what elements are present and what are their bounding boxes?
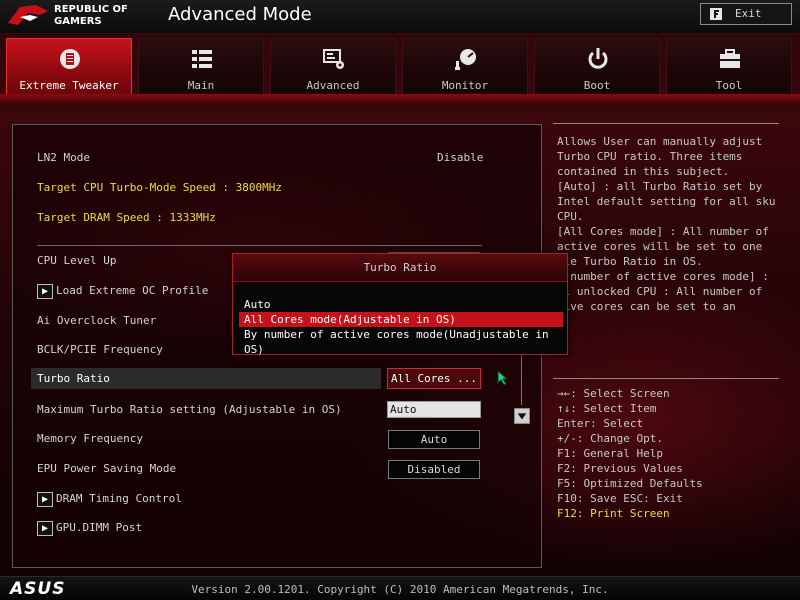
tab-monitor[interactable]: Monitor [402,38,528,94]
page-title: Advanced Mode [168,4,312,25]
key-hint-print-screen: F12: Print Screen [557,507,670,520]
epu-power-saving-value[interactable]: Disabled [388,460,480,479]
key-hint: F10: Save ESC: Exit [557,492,683,505]
exit-door-icon [710,8,722,20]
target-cpu-speed: Target CPU Turbo-Mode Speed : 3800MHz [37,181,283,194]
divider [37,245,482,246]
help-description: Allows User can manually adjust Turbo CP… [557,135,776,313]
tab-advanced[interactable]: Advanced [270,38,396,94]
load-extreme-oc-label: Load Extreme OC Profile [56,284,209,297]
scroll-down-arrow-icon[interactable] [514,408,530,424]
tab-label: Main [187,79,215,92]
popup-title: Turbo Ratio [233,254,567,282]
dram-timing-control-label: DRAM Timing Control [56,492,182,505]
popup-option-all-cores[interactable]: All Cores mode(Adjustable in OS) [239,312,563,327]
memory-frequency-label: Memory Frequency [37,432,143,445]
tab-label: Monitor [441,79,489,92]
key-legend: →←: Select Screen ↑↓: Select Item Enter:… [557,386,783,521]
gpu-dimm-post-label: GPU.DIMM Post [56,521,143,534]
top-bar: REPUBLIC OF GAMERS Advanced Mode Exit [0,0,800,34]
help-divider-mid [553,378,779,379]
version-info: Version 2.00.1201. Copyright (C) 2010 Am… [191,583,609,596]
submenu-arrow-icon: ▶ [37,520,53,536]
tab-label: Extreme Tweaker [19,79,119,92]
key-hint: +/-: Change Opt. [557,432,663,445]
tab-label: Boot [583,79,611,92]
tweaker-icon [60,49,80,69]
advanced-settings-icon [323,49,344,69]
submenu-arrow-icon: ▶ [37,283,53,299]
help-divider-top [553,123,779,124]
tab-main[interactable]: Main [138,38,264,94]
turbo-ratio-popup: Turbo Ratio Auto All Cores mode(Adjustab… [232,253,568,356]
gpu-dimm-post-item[interactable]: ▶ GPU.DIMM Post [37,519,142,537]
popup-option-auto[interactable]: Auto [239,297,563,312]
turbo-ratio-item[interactable]: Turbo Ratio [31,368,381,389]
load-extreme-oc-item[interactable]: ▶ Load Extreme OC Profile [37,282,208,300]
tab-tool[interactable]: Tool [666,38,792,94]
tab-label: Tool [715,79,743,92]
rog-eye-logo-icon [8,5,48,25]
cpu-level-up-item[interactable]: CPU Level Up [37,252,116,270]
key-hint: F2: Previous Values [557,462,683,475]
max-turbo-ratio-input[interactable] [387,401,481,418]
tab-boot[interactable]: Boot [534,38,660,94]
key-hint: Enter: Select [557,417,644,430]
popup-option-by-active-cores[interactable]: By number of active cores mode(Unadjusta… [239,327,563,356]
footer: ASUS Version 2.00.1201. Copyright (C) 20… [0,576,800,600]
key-hint: F5: Optimized Defaults [557,477,703,490]
submenu-arrow-icon: ▶ [37,491,53,507]
exit-label: Exit [735,7,762,20]
key-hint: →←: Select Screen [557,387,670,400]
power-icon [588,48,608,69]
mouse-cursor-icon [497,370,509,386]
toolbox-icon [720,49,740,68]
tab-label: Advanced [306,79,360,92]
memory-frequency-value[interactable]: Auto [388,430,480,449]
bclk-pcie-frequency-item[interactable]: BCLK/PCIE Frequency [37,341,163,359]
target-dram-speed: Target DRAM Speed : 1333MHz [37,211,216,224]
key-hint: F1: General Help [557,447,663,460]
epu-power-saving-label: EPU Power Saving Mode [37,462,177,475]
monitor-gauge-icon [455,49,476,70]
ln2-mode-label: LN2 Mode [37,151,90,164]
brand-name: REPUBLIC OF GAMERS [54,4,128,27]
list-icon [192,50,212,68]
ai-overclock-tuner-item[interactable]: Ai Overclock Tuner [37,312,156,330]
ln2-mode-value: Disable [437,151,484,164]
key-hint: ↑↓: Select Item [557,402,657,415]
exit-button[interactable]: Exit [700,3,792,25]
max-turbo-ratio-label: Maximum Turbo Ratio setting (Adjustable … [37,403,342,416]
turbo-ratio-value[interactable]: All Cores ... [387,368,481,389]
tab-strip [0,94,800,104]
tab-extreme-tweaker[interactable]: Extreme Tweaker [6,38,132,94]
dram-timing-control-item[interactable]: ▶ DRAM Timing Control [37,490,182,508]
